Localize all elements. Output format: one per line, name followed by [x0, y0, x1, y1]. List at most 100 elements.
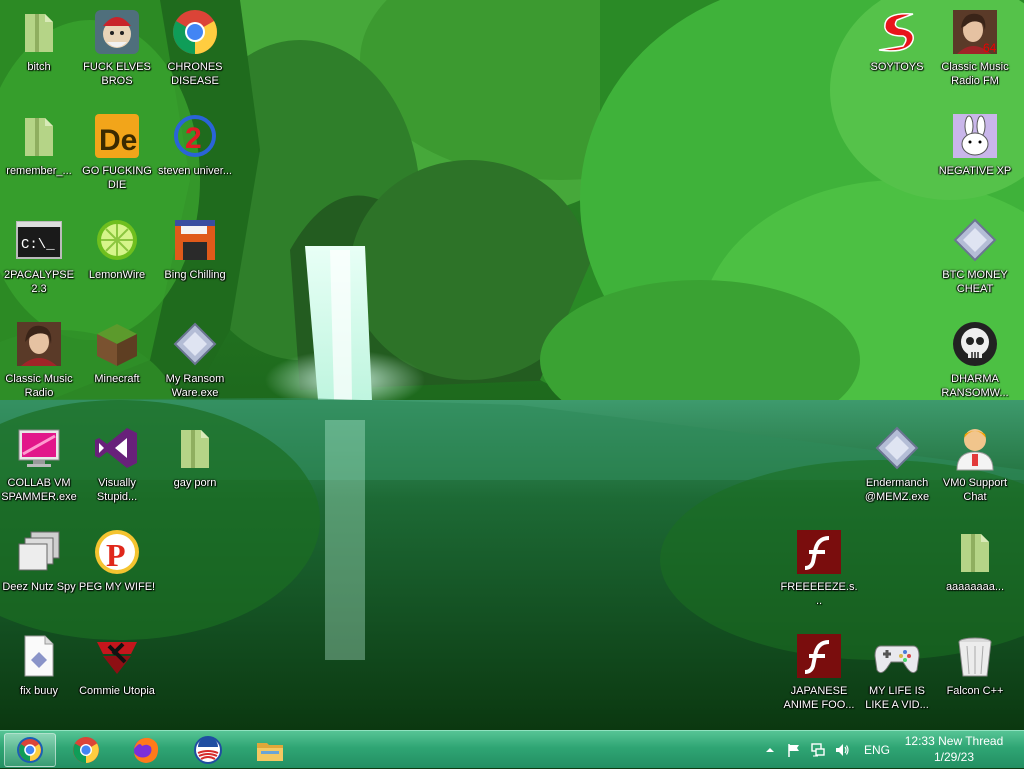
clock-time: 12:33 New Thread	[904, 734, 1004, 748]
svg-text:64: 64	[983, 41, 997, 55]
icon-label: LemonWire	[88, 269, 146, 281]
generic-app-icon	[171, 320, 219, 368]
icon-label: Commie Utopia	[79, 685, 155, 697]
icon-label: steven univer...	[158, 165, 232, 177]
desktop-icon-fix-buuy[interactable]: fix buuy	[0, 626, 78, 722]
svg-text:P: P	[106, 537, 126, 573]
taskbar-obama[interactable]	[182, 733, 234, 767]
show-hidden-icons-chevron-up-icon[interactable]	[762, 742, 778, 758]
icon-label: GO FUCKING DIE	[82, 165, 152, 191]
desktop-icon-japanese-anime[interactable]: JAPANESE ANIME FOO...	[780, 626, 858, 722]
icon-label: PEG MY WIFE!	[78, 581, 156, 593]
desktop-icon-steven-universe[interactable]: 2 steven univer...	[156, 106, 234, 202]
icon-label: FUCK ELVES BROS	[83, 61, 151, 87]
desktop-icon-go-fucking-die[interactable]: De GO FUCKING DIE	[78, 106, 156, 202]
icon-label: Deez Nutz Spy	[2, 581, 76, 593]
taskbar-clock[interactable]: 12:33 New Thread 1/29/23	[900, 733, 1008, 767]
recycle-bin-icon	[951, 632, 999, 680]
desktop-icon-falcon-cpp[interactable]: Falcon C++	[936, 626, 1014, 722]
desktop-icon-bitch[interactable]: bitch	[0, 2, 78, 98]
desktop-icon-fuck-elves-bros[interactable]: FUCK ELVES BROS	[78, 2, 156, 98]
taskbar: ENG 12:33 New Thread 1/29/23	[0, 730, 1024, 768]
visual-studio-icon	[93, 424, 141, 472]
icon-label: Classic Music Radio	[5, 373, 73, 399]
two-badge-icon: 2	[171, 112, 219, 160]
start-button[interactable]	[4, 733, 56, 767]
start-orb-icon	[15, 735, 45, 765]
desktop-icon-vm0-support-chat[interactable]: VM0 Support Chat	[936, 418, 1014, 514]
desktop-icon-2pacalypse[interactable]: C:\_ 2PACALYPSE 2.3	[0, 210, 78, 306]
desktop-icon-peg-my-wife[interactable]: P PEG MY WIFE!	[78, 522, 156, 618]
generic-app-icon	[951, 216, 999, 264]
network-icon[interactable]	[810, 742, 826, 758]
desktop-icon-soytoys[interactable]: SOYTOYS	[858, 2, 936, 98]
pink-monitor-icon	[15, 424, 63, 472]
desktop-icon-dharma-ransomware[interactable]: DHARMA RANSOMW...	[936, 314, 1014, 410]
support-agent-icon	[951, 424, 999, 472]
desktop-icon-endermanch-memz[interactable]: Endermanch @MEMZ.exe	[858, 418, 936, 514]
icon-label: MY LIFE IS LIKE A VID...	[865, 685, 929, 711]
desktop-icon-deez-nutz-spy[interactable]: Deez Nutz Spy	[0, 522, 78, 618]
icon-label: SOYTOYS	[870, 61, 924, 73]
p-logo-icon: P	[93, 528, 141, 576]
icon-label: gay porn	[173, 477, 217, 489]
clock-date: 1/29/23	[933, 750, 975, 764]
taskbar-chrome[interactable]	[60, 733, 112, 767]
elf-app-icon	[93, 8, 141, 56]
folder-icon	[15, 112, 63, 160]
desktop-icon-my-ransom-ware[interactable]: My Ransom Ware.exe	[156, 314, 234, 410]
input-language-indicator[interactable]: ENG	[864, 743, 890, 757]
icon-label: Visually Stupid...	[96, 477, 138, 503]
action-center-flag-icon[interactable]	[786, 742, 802, 758]
desktop-icon-classic-music-radio[interactable]: Classic Music Radio	[0, 314, 78, 410]
obama-logo-icon	[193, 735, 223, 765]
flash-icon	[795, 528, 843, 576]
svg-text:2: 2	[185, 122, 202, 155]
desktop-icon-gay-porn[interactable]: gay porn	[156, 418, 234, 514]
gamepad-icon	[873, 632, 921, 680]
desktop-icon-collab-vm-spammer[interactable]: COLLAB VM SPAMMER.exe	[0, 418, 78, 514]
desktop-icon-remember[interactable]: remember_...	[0, 106, 78, 202]
chrome-icon	[171, 8, 219, 56]
volume-speaker-icon[interactable]	[834, 742, 850, 758]
portrait-icon	[15, 320, 63, 368]
portrait-icon: 64	[951, 8, 999, 56]
icon-label: JAPANESE ANIME FOO...	[783, 685, 855, 711]
taskbar-file-explorer[interactable]	[244, 733, 296, 767]
script-file-icon	[15, 632, 63, 680]
icon-label: Bing Chilling	[164, 269, 226, 281]
stacked-windows-icon	[15, 528, 63, 576]
system-tray: ENG	[762, 731, 890, 769]
icon-label: My Ransom Ware.exe	[165, 373, 225, 399]
icon-label: fix buuy	[20, 685, 58, 697]
desktop-icon-btc-money-cheat[interactable]: BTC MONEY CHEAT	[936, 210, 1014, 306]
sonic-s-logo-icon	[873, 8, 921, 56]
taskbar-firefox[interactable]	[120, 733, 172, 767]
hammer-emblem-icon	[93, 632, 141, 680]
desktop-icon-lemonwire[interactable]: LemonWire	[78, 210, 156, 306]
icon-label: DHARMA RANSOMW...	[941, 373, 1009, 399]
icon-label: BTC MONEY CHEAT	[942, 269, 1008, 295]
icon-label: CHRONES DISEASE	[167, 61, 223, 87]
desktop-icon-chrones-disease[interactable]: CHRONES DISEASE	[156, 2, 234, 98]
chrome-icon	[71, 735, 101, 765]
desktop-icon-my-life-is-like-a-video[interactable]: MY LIFE IS LIKE A VID...	[858, 626, 936, 722]
desktop-icon-commie-utopia[interactable]: Commie Utopia	[78, 626, 156, 722]
desktop-icon-negative-xp[interactable]: NEGATIVE XP	[936, 106, 1014, 202]
terminal-icon: C:\_	[15, 216, 63, 264]
icon-label: COLLAB VM SPAMMER.exe	[1, 477, 77, 503]
desktop-icon-classic-music-radio-fm[interactable]: 64 Classic Music Radio FM	[936, 2, 1014, 98]
desktop-icon-freeeeeze[interactable]: FREEEEEZE.s...	[780, 522, 858, 618]
desktop-icon-visually-stupid[interactable]: Visually Stupid...	[78, 418, 156, 514]
bunny-icon	[951, 112, 999, 160]
generic-app-icon	[873, 424, 921, 472]
icon-label: VM0 Support Chat	[942, 477, 1008, 503]
icon-label: Minecraft	[94, 373, 140, 385]
firefox-icon	[131, 735, 161, 765]
grass-block-icon	[93, 320, 141, 368]
desktop-icon-minecraft[interactable]: Minecraft	[78, 314, 156, 410]
svg-text:C:\_: C:\_	[21, 237, 55, 253]
desktop-icon-bing-chilling[interactable]: Bing Chilling	[156, 210, 234, 306]
folder-icon	[15, 8, 63, 56]
desktop-icon-aaaaaaaa[interactable]: aaaaaaaa...	[936, 522, 1014, 618]
